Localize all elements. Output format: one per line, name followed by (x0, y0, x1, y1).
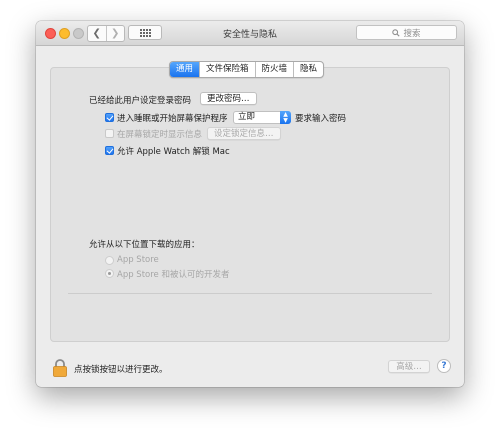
preferences-window: ❮ ❯ 安全性与隐私 搜索 通用 文件保险箱 防火墙 隐私 已经给此用户设定登录… (36, 21, 464, 387)
apple-watch-label: 允许 Apple Watch 解锁 Mac (117, 147, 230, 157)
lock-message-label: 在屏幕锁定时显示信息 (117, 130, 203, 140)
question-mark-icon: ? (441, 361, 447, 371)
apple-watch-checkbox[interactable] (105, 146, 114, 155)
advanced-button[interactable]: 高级… (388, 360, 430, 373)
radio-app-store[interactable] (105, 256, 114, 265)
downloads-heading: 允许从以下位置下载的应用： (89, 240, 200, 250)
lock-button[interactable] (52, 358, 68, 378)
require-password-checkbox[interactable] (105, 113, 114, 122)
require-password-suffix: 要求输入密码 (295, 114, 347, 124)
help-button[interactable]: ? (437, 359, 451, 373)
require-password-label: 进入睡眠或开始屏幕保护程序 (117, 114, 228, 124)
section-divider (68, 293, 432, 294)
set-lock-message-button[interactable]: 设定锁定信息… (207, 127, 281, 140)
lock-instructions: 点按锁按钮以进行更改。 (74, 365, 168, 375)
general-panel: 已经给此用户设定登录密码 更改密码… 进入睡眠或开始屏幕保护程序 立即 ▲ ▼ 要… (50, 67, 450, 342)
radio-app-store-identified[interactable] (105, 269, 114, 278)
tab-filevault[interactable]: 文件保险箱 (199, 62, 255, 77)
password-label: 已经给此用户设定登录密码 (89, 96, 192, 106)
lock-icon (53, 359, 67, 377)
tab-firewall[interactable]: 防火墙 (254, 62, 294, 77)
radio-app-store-identified-label: App Store 和被认可的开发者 (117, 270, 230, 280)
tab-privacy[interactable]: 隐私 (293, 62, 323, 77)
tab-bar: 通用 文件保险箱 防火墙 隐私 (169, 61, 325, 78)
up-down-arrows-icon: ▲ ▼ (280, 111, 291, 124)
change-password-button[interactable]: 更改密码… (200, 92, 257, 105)
lock-message-checkbox[interactable] (105, 129, 114, 138)
password-delay-select[interactable]: 立即 ▲ ▼ (233, 111, 291, 124)
password-delay-value: 立即 (238, 112, 256, 122)
search-placeholder: 搜索 (403, 28, 421, 39)
radio-app-store-label: App Store (117, 255, 159, 265)
search-field[interactable]: 搜索 (356, 25, 457, 40)
tab-general[interactable]: 通用 (170, 62, 200, 77)
search-icon (392, 28, 401, 37)
title-bar: ❮ ❯ 安全性与隐私 搜索 (36, 21, 464, 46)
